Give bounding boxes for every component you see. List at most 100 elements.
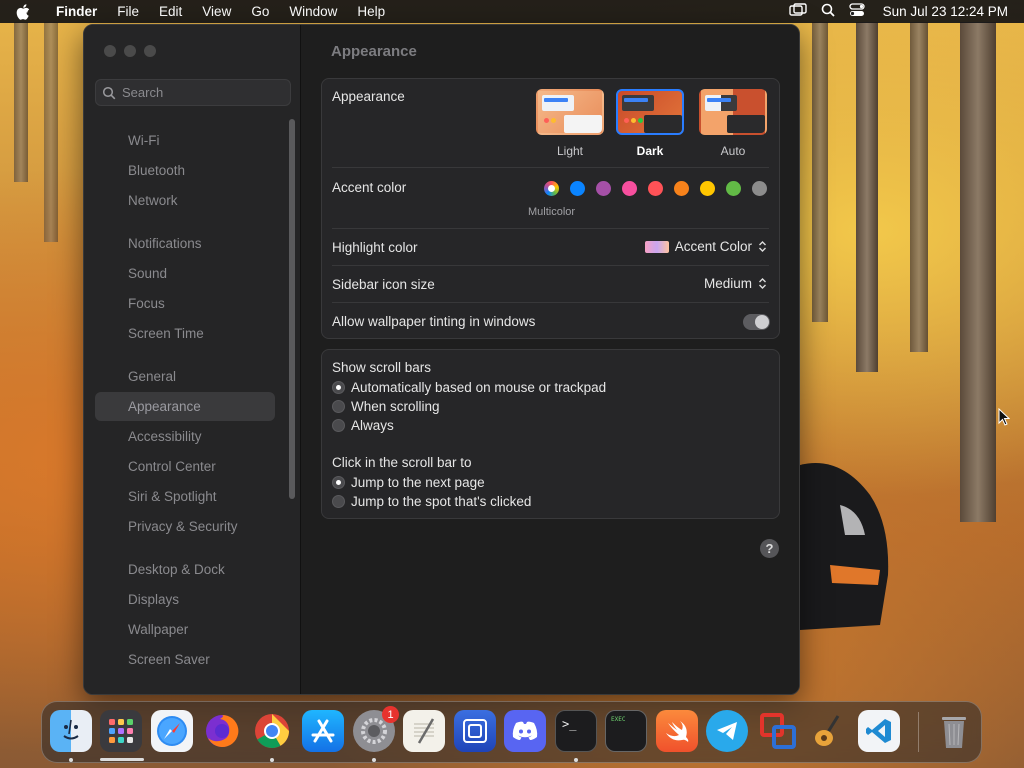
sidebar-item-general[interactable]: General bbox=[95, 362, 275, 391]
sidebar-item-appearance[interactable]: Appearance bbox=[95, 392, 275, 421]
page-title: Appearance bbox=[331, 43, 417, 60]
tree-trunk bbox=[856, 22, 878, 372]
accent-swatch-purple[interactable] bbox=[596, 181, 611, 196]
sidebar-scrollbar[interactable] bbox=[289, 119, 295, 499]
row-divider bbox=[332, 302, 769, 303]
sidebar-item-accessibility[interactable]: Accessibility bbox=[95, 422, 275, 451]
menu-view[interactable]: View bbox=[192, 4, 241, 19]
tree-trunk bbox=[14, 22, 28, 182]
tree-trunk bbox=[44, 22, 58, 242]
radio-scroll-automatic[interactable]: Automatically based on mouse or trackpad bbox=[332, 380, 606, 395]
accent-swatch-red[interactable] bbox=[648, 181, 663, 196]
wallpaper-tinting-toggle[interactable] bbox=[743, 314, 770, 330]
sidebar-item-notifications[interactable]: Notifications bbox=[95, 229, 275, 258]
system-settings-window: Wi-Fi Bluetooth Network Notifications So… bbox=[83, 24, 800, 695]
garageband-icon[interactable] bbox=[808, 710, 850, 752]
radio-scroll-always[interactable]: Always bbox=[332, 418, 394, 433]
chrome-icon[interactable] bbox=[251, 710, 293, 752]
screen-sharing-icon[interactable] bbox=[454, 710, 496, 752]
sidebar-item-displays[interactable]: Displays bbox=[95, 585, 275, 614]
radio-button[interactable] bbox=[332, 495, 345, 508]
sidebar-item-wallpaper[interactable]: Wallpaper bbox=[95, 615, 275, 644]
textedit-icon[interactable] bbox=[403, 710, 445, 752]
accent-swatch-pink[interactable] bbox=[622, 181, 637, 196]
discord-icon[interactable] bbox=[504, 710, 546, 752]
highlight-color-popup[interactable]: Accent Color bbox=[644, 239, 767, 254]
radio-jump-to-spot[interactable]: Jump to the spot that's clicked bbox=[332, 494, 531, 509]
radio-jump-next-page[interactable]: Jump to the next page bbox=[332, 475, 485, 490]
launchpad-icon[interactable] bbox=[100, 710, 142, 752]
close-button[interactable] bbox=[104, 45, 116, 57]
safari-icon[interactable] bbox=[151, 710, 193, 752]
menu-file[interactable]: File bbox=[107, 4, 149, 19]
accent-swatch-orange[interactable] bbox=[674, 181, 689, 196]
sidebar-search[interactable] bbox=[95, 79, 291, 106]
search-icon bbox=[102, 86, 116, 99]
accent-swatch-multicolor[interactable] bbox=[544, 181, 559, 196]
menu-app-name[interactable]: Finder bbox=[46, 4, 107, 19]
zoom-button[interactable] bbox=[144, 45, 156, 57]
radio-scroll-when-scrolling[interactable]: When scrolling bbox=[332, 399, 440, 414]
menu-bar: Finder File Edit View Go Window Help Sun… bbox=[0, 0, 1024, 23]
minimize-button[interactable] bbox=[124, 45, 136, 57]
sidebar-item-screen-time[interactable]: Screen Time bbox=[95, 319, 275, 348]
help-button[interactable]: ? bbox=[760, 539, 779, 558]
trash-icon[interactable] bbox=[933, 710, 975, 752]
mouse-cursor-icon bbox=[998, 408, 1010, 426]
running-indicator bbox=[270, 758, 274, 762]
sidebar-item-bluetooth[interactable]: Bluetooth bbox=[95, 156, 275, 185]
sidebar-item-wifi[interactable]: Wi-Fi bbox=[95, 126, 275, 155]
telegram-icon[interactable] bbox=[706, 710, 748, 752]
menu-clock[interactable]: Sun Jul 23 12:24 PM bbox=[883, 4, 1008, 19]
appearance-label: Appearance bbox=[332, 89, 405, 104]
theme-option-auto[interactable]: Auto bbox=[697, 89, 769, 158]
vscode-icon[interactable] bbox=[858, 710, 900, 752]
sidebar-icon-size-popup[interactable]: Medium bbox=[704, 276, 767, 291]
tree-trunk bbox=[910, 22, 928, 352]
finder-icon[interactable] bbox=[50, 710, 92, 752]
sidebar-item-network[interactable]: Network bbox=[95, 186, 275, 215]
row-divider bbox=[332, 228, 769, 229]
radio-button[interactable] bbox=[332, 476, 345, 489]
tree-trunk bbox=[812, 22, 828, 322]
menu-go[interactable]: Go bbox=[241, 4, 279, 19]
accent-swatch-graphite[interactable] bbox=[752, 181, 767, 196]
menu-window[interactable]: Window bbox=[279, 4, 347, 19]
radio-button[interactable] bbox=[332, 400, 345, 413]
screen-mirroring-icon[interactable] bbox=[788, 3, 807, 20]
accent-swatch-green[interactable] bbox=[726, 181, 741, 196]
radio-button[interactable] bbox=[332, 419, 345, 432]
console-icon[interactable]: EXEC bbox=[605, 710, 647, 752]
sidebar-item-siri-spotlight[interactable]: Siri & Spotlight bbox=[95, 482, 275, 511]
car-image bbox=[800, 463, 889, 630]
radio-button[interactable] bbox=[332, 381, 345, 394]
accent-swatch-yellow[interactable] bbox=[700, 181, 715, 196]
sidebar-item-control-center[interactable]: Control Center bbox=[95, 452, 275, 481]
show-scroll-bars-label: Show scroll bars bbox=[332, 360, 432, 375]
radio-label: Automatically based on mouse or trackpad bbox=[351, 380, 607, 395]
sidebar-item-desktop-dock[interactable]: Desktop & Dock bbox=[95, 555, 275, 584]
theme-option-light[interactable]: Light bbox=[534, 89, 606, 158]
sidebar-item-focus[interactable]: Focus bbox=[95, 289, 275, 318]
spotlight-search-icon[interactable] bbox=[821, 3, 835, 20]
parallels-icon[interactable] bbox=[757, 710, 799, 752]
apple-menu-icon[interactable] bbox=[0, 3, 46, 20]
tree-trunk bbox=[960, 22, 996, 522]
theme-label-light: Light bbox=[556, 144, 584, 158]
firefox-icon[interactable] bbox=[201, 710, 243, 752]
theme-option-dark[interactable]: Dark bbox=[614, 89, 686, 158]
menu-help[interactable]: Help bbox=[347, 4, 395, 19]
app-store-icon[interactable] bbox=[302, 710, 344, 752]
control-center-icon[interactable] bbox=[849, 3, 865, 20]
sidebar-item-privacy-security[interactable]: Privacy & Security bbox=[95, 512, 275, 541]
menu-edit[interactable]: Edit bbox=[149, 4, 192, 19]
sidebar-item-screen-saver[interactable]: Screen Saver bbox=[95, 645, 275, 674]
system-settings-icon[interactable]: 1 bbox=[353, 706, 399, 752]
search-input[interactable] bbox=[122, 85, 282, 100]
sidebar-item-sound[interactable]: Sound bbox=[95, 259, 275, 288]
swift-icon[interactable] bbox=[656, 710, 698, 752]
window-controls bbox=[104, 45, 156, 57]
highlight-color-value: Accent Color bbox=[674, 239, 752, 254]
terminal-icon[interactable]: >_ bbox=[555, 710, 597, 752]
accent-swatch-blue[interactable] bbox=[570, 181, 585, 196]
